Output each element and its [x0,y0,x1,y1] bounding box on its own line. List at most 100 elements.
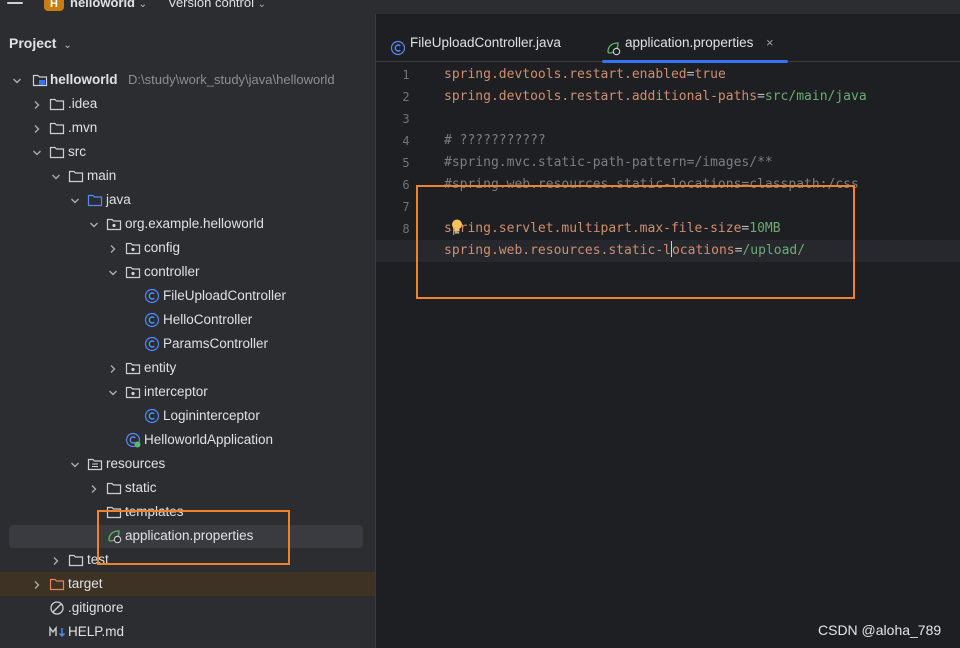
tree-item-label: .idea [68,96,98,111]
tree-item-label: main [87,168,117,183]
tree-item-label: HelloworldApplication [144,432,274,447]
java-class-icon [144,284,160,308]
java-class-icon [144,308,160,332]
ignore-file-icon [49,596,65,620]
tree-item-label: interceptor [144,384,208,399]
tree-item-label: .mvn [68,120,98,135]
project-selector[interactable]: helloworld ⌄ [70,0,147,10]
tree-item-src[interactable]: src [0,140,375,164]
tree-item-label: static [125,480,157,495]
module-folder-icon [32,68,48,92]
folder-icon [49,92,65,116]
property-value: true [694,67,726,82]
project-root-path: D:\study\work_study\java\helloworld [128,72,335,87]
tree-item-helloworld[interactable]: helloworld D:\study\work_study\java\hell… [0,68,375,92]
tree-item-main[interactable]: main [0,164,375,188]
code-line[interactable]: spring.devtools.restart.additional-paths… [444,86,960,108]
tree-item-label: config [144,240,181,255]
property-value: src/main/java [764,89,867,104]
package-icon [125,380,141,404]
tree-item-label: resources [106,456,166,471]
comment: # ??????????? [444,133,546,148]
property-key: spring.devtools.restart.enabled [444,67,687,82]
chevron-down-icon: ⌄ [138,0,148,10]
resources-folder-icon [87,452,103,476]
tree-item-entity[interactable]: entity [0,356,375,380]
tree-item-idea[interactable]: .idea [0,92,375,116]
code-line-empty[interactable] [444,108,960,130]
tree-item-controller[interactable]: controller [0,260,375,284]
tree-item-target[interactable]: target [0,572,375,596]
tree-item-hellocontroller[interactable]: HelloController [0,308,375,332]
tree-item-gitignore[interactable]: .gitignore [0,596,375,620]
excluded-folder-icon [49,572,65,596]
tree-item-label: helloworld [50,72,118,87]
tree-item-interceptor[interactable]: interceptor [0,380,375,404]
version-control-label: Version control [168,0,254,10]
folder-icon [49,116,65,140]
markdown-icon [49,620,65,644]
package-icon [125,356,141,380]
tree-item-label: entity [144,360,177,375]
package-icon [125,236,141,260]
tree-item-logininterceptor[interactable]: Logininterceptor [0,404,375,428]
tab-label: application.properties [625,35,754,50]
tab-application-properties[interactable]: application.properties × [602,26,788,63]
tree-item-label: HelloController [163,312,253,327]
source-folder-icon [87,188,103,212]
tree-item-label: controller [144,264,200,279]
tree-item-label: java [106,192,131,207]
line-number: 2 [402,90,410,104]
chevron-down-icon: ⌄ [257,0,267,10]
tree-item-label: HELP.md [68,624,125,639]
line-number: 5 [402,156,410,170]
code-line[interactable]: spring.devtools.restart.enabled=true [444,64,960,86]
comment: #spring.mvc.static-path-pattern=/images/… [444,155,773,170]
tree-item-static[interactable]: static [0,476,375,500]
tab-fileuploadcontroller[interactable]: FileUploadController.java [390,26,580,62]
tree-item-resources[interactable]: resources [0,452,375,476]
folder-icon [68,164,84,188]
tree-item-mvn[interactable]: .mvn [0,116,375,140]
package-icon [125,260,141,284]
project-panel-title: Project [9,35,57,51]
close-icon[interactable]: × [766,26,774,60]
annotation-box-file [97,510,290,565]
folder-icon [106,476,122,500]
active-tab-indicator [602,60,788,63]
tree-item-label: FileUploadController [163,288,287,303]
tree-item-label: ParamsController [163,336,269,351]
tree-item-package[interactable]: org.example.helloworld [0,212,375,236]
project-panel-header[interactable]: Project ⌄ [9,35,72,51]
tree-item-config[interactable]: config [0,236,375,260]
tree-item-label: target [68,576,103,591]
project-badge[interactable]: H [44,0,64,11]
tree-item-paramscontroller[interactable]: ParamsController [0,332,375,356]
code-line[interactable]: #spring.mvc.static-path-pattern=/images/… [444,152,960,174]
property-key: spring.devtools.restart.additional-paths [444,89,758,104]
watermark-text: CSDN @aloha_789 [818,622,942,638]
version-control-menu[interactable]: Version control ⌄ [168,0,266,10]
package-icon [106,212,122,236]
folder-icon [49,140,65,164]
title-bar: H helloworld ⌄ Version control ⌄ [0,0,960,14]
tree-item-label: src [68,144,86,159]
line-number: 4 [402,134,410,148]
main-menu-icon[interactable] [7,0,23,8]
annotation-box-code [416,185,855,299]
java-class-icon [144,332,160,356]
chevron-down-icon: ⌄ [63,40,72,51]
project-name: helloworld [70,0,135,10]
java-class-icon [144,404,160,428]
line-number: 3 [402,112,410,126]
tree-item-help-md[interactable]: HELP.md [0,620,375,644]
tree-item-helloworldapplication[interactable]: HelloworldApplication [0,428,375,452]
tree-item-label: org.example.helloworld [125,216,264,231]
spring-app-class-icon [125,428,141,452]
tree-item-java[interactable]: java [0,188,375,212]
code-line[interactable]: # ??????????? [444,130,960,152]
tree-item-fileuploadcontroller[interactable]: FileUploadController [0,284,375,308]
editor-tab-bar: FileUploadController.java application.pr… [376,26,960,63]
tab-label: FileUploadController.java [410,35,561,50]
tree-item-label: .gitignore [68,600,124,615]
